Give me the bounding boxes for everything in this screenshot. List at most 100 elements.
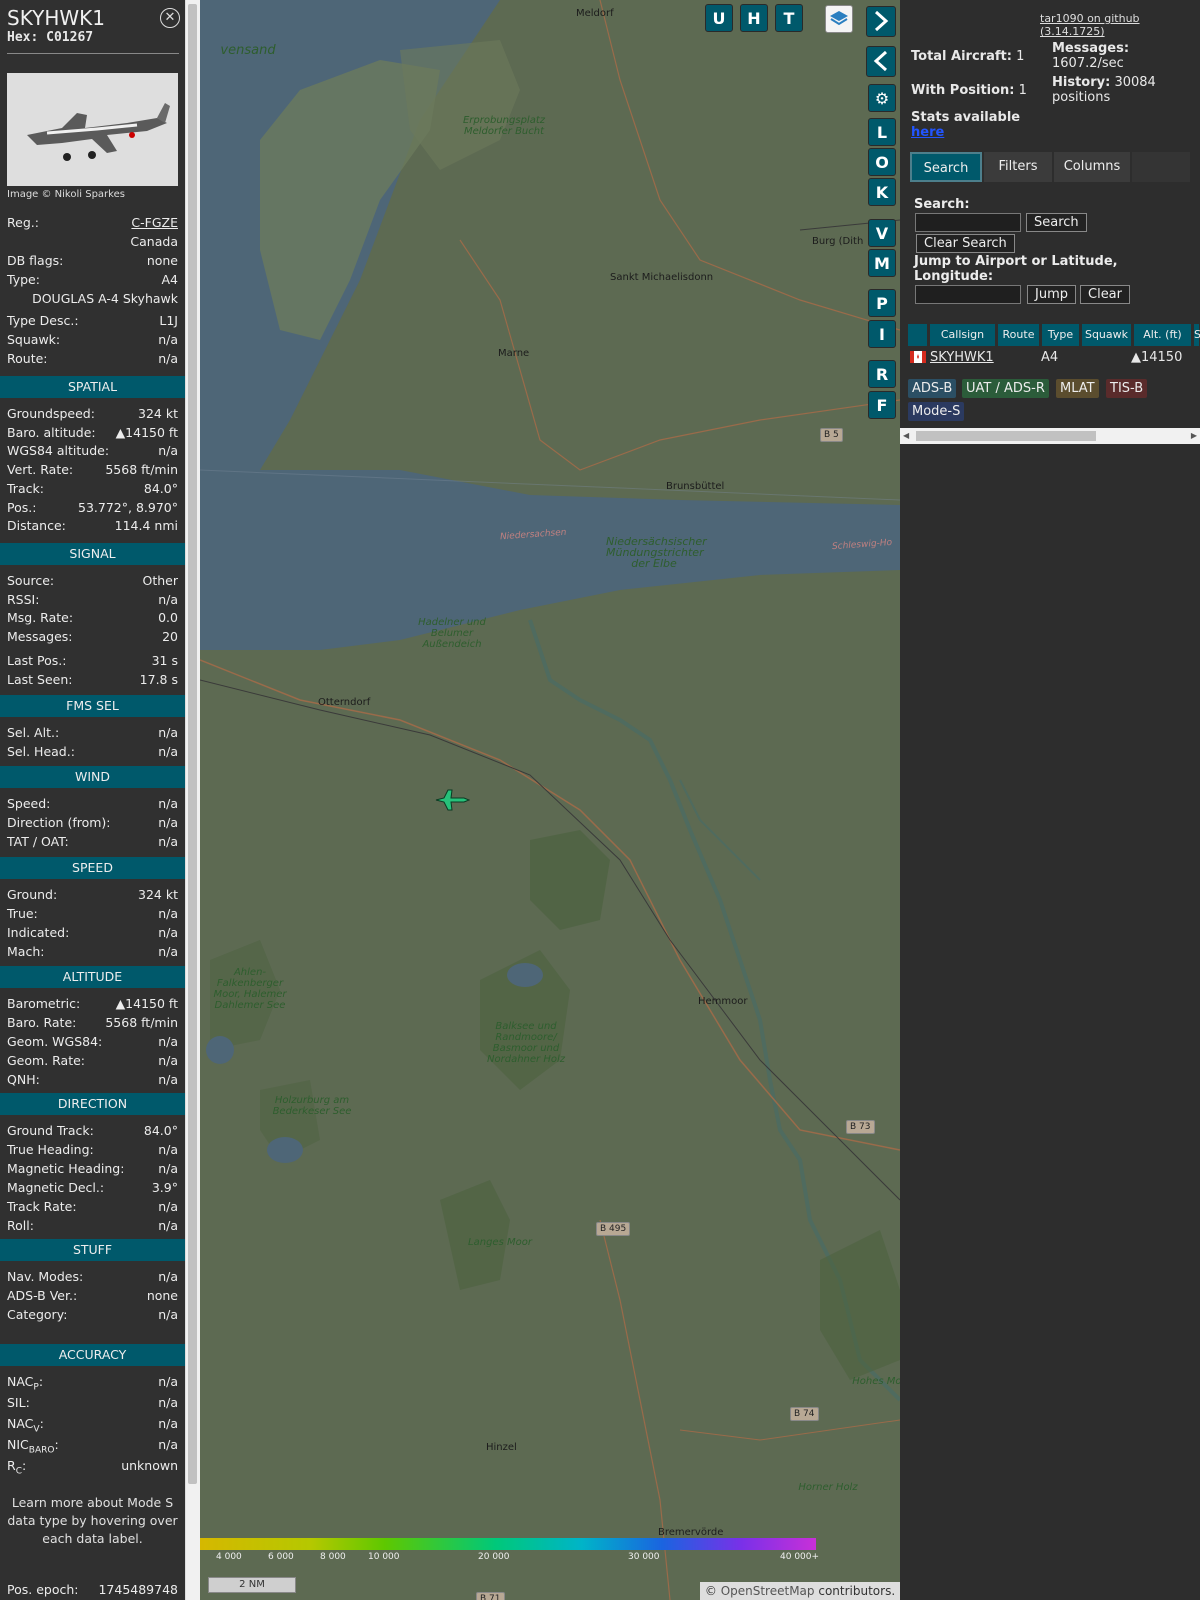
with-position-label: With Position: xyxy=(911,83,1015,98)
table-scrollbar[interactable]: ◀ ▶ xyxy=(900,428,1200,444)
map-button-p[interactable]: P xyxy=(868,289,896,317)
column-header[interactable] xyxy=(908,324,928,346)
info-label: NACP: xyxy=(7,1374,44,1393)
road-shield: B 71 xyxy=(476,1592,505,1600)
info-value: A4 xyxy=(161,272,178,287)
altitude-tick-label: 10 000 xyxy=(368,1552,400,1562)
map-button-m[interactable]: M xyxy=(868,249,896,277)
search-input[interactable] xyxy=(915,213,1021,232)
map-button-h[interactable]: H xyxy=(740,4,768,32)
map-place-label: vensand xyxy=(220,43,276,58)
version-link[interactable]: tar1090 on github (3.14.1725) xyxy=(1040,12,1200,38)
aircraft-photo[interactable] xyxy=(7,73,178,186)
info-row: Last Seen: 17.8 s xyxy=(7,670,178,689)
info-row: Roll: n/a xyxy=(7,1216,178,1235)
info-footer-note: Learn more about Mode S data type by hov… xyxy=(7,1495,178,1546)
selected-callsign: SKYHWK1 xyxy=(7,6,105,30)
info-value: 114.4 nmi xyxy=(114,518,178,534)
info-value: n/a xyxy=(158,1395,178,1410)
info-row: Ground: 324 kt xyxy=(7,885,178,904)
stats-available: Stats available here xyxy=(911,110,1020,140)
info-label: Baro. altitude: xyxy=(7,424,96,440)
map[interactable]: Meldorf vensand Erprobungsplatz Meldorfer … xyxy=(200,0,900,1600)
info-row: SIL: n/a xyxy=(7,1393,178,1412)
info-value: none xyxy=(146,1288,178,1303)
info-row: Route: n/a xyxy=(7,349,178,368)
clear-button[interactable]: Clear xyxy=(1080,285,1130,304)
info-label-sub: BARO xyxy=(28,1445,55,1456)
tab-filters[interactable]: Filters xyxy=(984,152,1052,182)
info-value: 84.0° xyxy=(143,480,178,496)
table-scrollbar-thumb[interactable] xyxy=(916,431,1096,441)
map-button-u[interactable]: U xyxy=(705,4,733,32)
search-button[interactable]: Search xyxy=(1026,213,1087,232)
info-value: 20 xyxy=(162,629,178,645)
map-button-k[interactable]: K xyxy=(868,178,896,206)
column-header[interactable]: Callsign xyxy=(930,324,996,346)
info-value: n/a xyxy=(158,796,178,811)
info-label: Messages: xyxy=(7,629,73,645)
settings-gear-icon[interactable]: ⚙ xyxy=(868,84,896,112)
info-label: Source: xyxy=(7,573,55,588)
expand-right-icon[interactable] xyxy=(866,6,896,37)
column-header[interactable]: Squawk xyxy=(1082,324,1132,346)
close-icon[interactable]: ✕ xyxy=(160,8,180,28)
map-button-i[interactable]: I xyxy=(868,320,896,348)
section-header-fms-sel: FMS SEL xyxy=(0,695,185,717)
row-altitude: ▲14150 xyxy=(1131,350,1183,365)
column-header[interactable]: Type xyxy=(1042,324,1080,346)
map-button-f[interactable]: F xyxy=(868,391,896,419)
info-value: n/a xyxy=(158,1374,178,1389)
info-row: Sel. Alt.: n/a xyxy=(7,723,178,742)
info-scrollbar-thumb[interactable] xyxy=(188,4,197,1484)
info-row: NACV: n/a xyxy=(7,1414,178,1435)
info-value: Other xyxy=(142,573,179,588)
info-row: Last Pos.: 31 s xyxy=(7,651,178,670)
info-label: Type: xyxy=(7,272,40,287)
collapse-left-icon[interactable] xyxy=(866,46,896,77)
info-row: Sel. Head.: n/a xyxy=(7,742,178,761)
tab-search[interactable]: Search xyxy=(910,152,982,182)
scroll-left-icon[interactable]: ◀ xyxy=(903,431,909,440)
attribution-link[interactable]: OpenStreetMap xyxy=(721,1584,815,1598)
info-row: Barometric: ▲14150 ft xyxy=(7,994,178,1013)
info-value: 324 kt xyxy=(138,887,178,902)
column-header[interactable]: Alt. (ft) xyxy=(1134,324,1192,346)
info-value: ▲14150 ft xyxy=(115,996,178,1011)
stats-link[interactable]: here xyxy=(911,125,944,140)
row-callsign[interactable]: SKYHWK1 xyxy=(930,349,994,367)
map-place-label: Erprobungsplatz Meldorfer Bucht xyxy=(462,115,545,137)
aircraft-icon[interactable] xyxy=(434,787,470,813)
info-row: Track Rate: n/a xyxy=(7,1197,178,1216)
info-label: Last Seen: xyxy=(7,671,73,687)
layers-icon[interactable] xyxy=(825,5,853,33)
info-label: QNH: xyxy=(7,1072,40,1087)
stats-text: Stats available xyxy=(911,110,1021,125)
map-button-v[interactable]: V xyxy=(868,219,896,247)
info-value: 324 kt xyxy=(138,406,178,421)
info-label: Track Rate: xyxy=(7,1199,77,1214)
map-place-label: Hemmoor xyxy=(698,996,748,1007)
column-header[interactable]: Route xyxy=(998,324,1040,346)
clear-search-button[interactable]: Clear Search xyxy=(916,234,1015,253)
jump-input[interactable] xyxy=(915,285,1021,304)
info-value: n/a xyxy=(158,944,178,959)
row-type: A4 xyxy=(1041,350,1059,365)
column-header[interactable]: Sp xyxy=(1194,324,1200,346)
info-value: L1J xyxy=(159,313,178,328)
scroll-right-icon[interactable]: ▶ xyxy=(1191,431,1197,440)
jump-button[interactable]: Jump xyxy=(1027,285,1076,304)
tab-columns[interactable]: Columns xyxy=(1054,152,1130,182)
map-button-l[interactable]: L xyxy=(868,118,896,146)
map-place-label: Marne xyxy=(498,348,530,359)
map-button-o[interactable]: O xyxy=(868,148,896,176)
map-button-t[interactable]: T xyxy=(775,4,803,32)
messages-value: 1607.2/sec xyxy=(1052,56,1124,71)
map-button-r[interactable]: R xyxy=(868,360,896,388)
info-value[interactable]: C-FGZE xyxy=(131,213,178,232)
badge-modes: Mode-S xyxy=(908,402,965,421)
section-header-direction: DIRECTION xyxy=(0,1093,185,1115)
info-row: Messages: 20 xyxy=(7,627,178,646)
info-label: RC: xyxy=(7,1458,27,1477)
info-row: TAT / OAT: n/a xyxy=(7,832,178,851)
